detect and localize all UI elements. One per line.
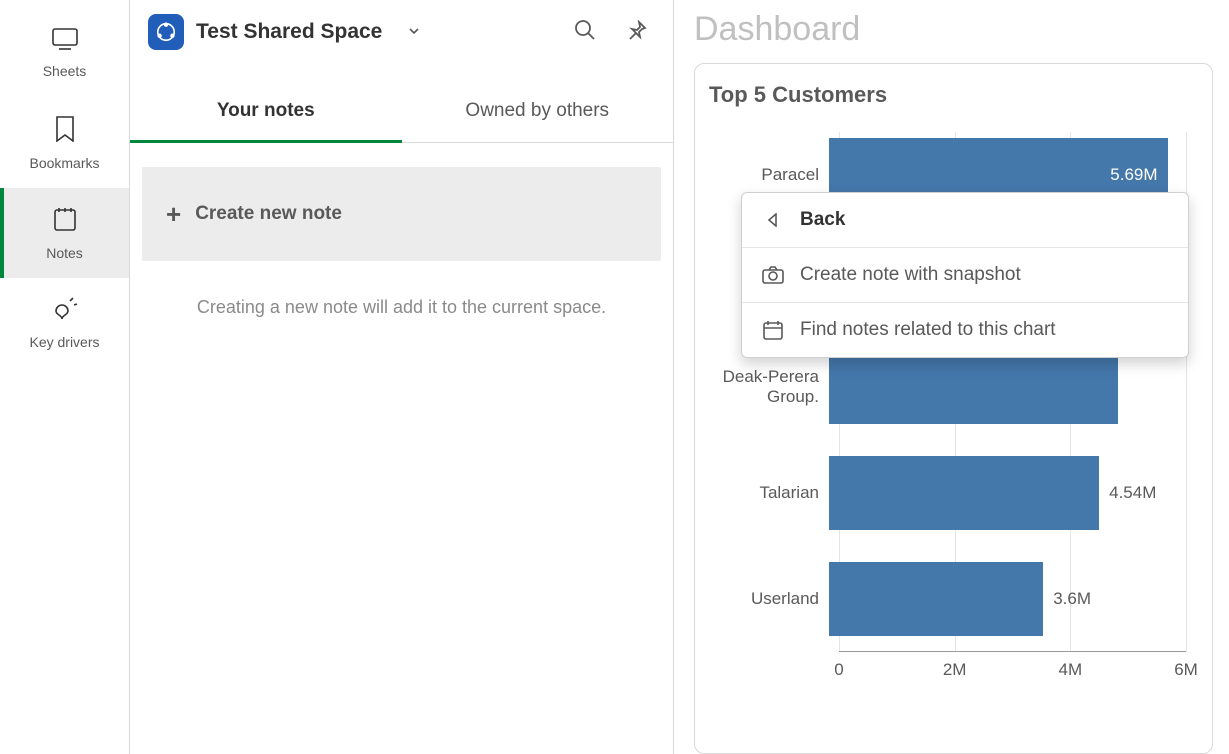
key-drivers-icon: [52, 297, 78, 326]
bar-value-label: 3.6M: [1053, 589, 1091, 609]
bar-row: Talarian 4.54M: [705, 450, 1186, 536]
pin-button[interactable]: [617, 12, 657, 52]
ctx-label: Create note with snapshot: [800, 264, 1021, 286]
space-dropdown[interactable]: [400, 25, 428, 40]
bar-value-label: 5.69M: [1110, 165, 1157, 185]
ctx-find-related-notes[interactable]: Find notes related to this chart: [742, 302, 1188, 357]
x-axis-line: [839, 651, 1186, 652]
left-nav-rail: Sheets Bookmarks Notes Key drivers: [0, 0, 130, 754]
bar[interactable]: [829, 456, 1099, 530]
bar-row: Userland 3.6M: [705, 556, 1186, 642]
bar-category-label: Talarian: [705, 483, 829, 503]
create-note-label: Create new note: [195, 203, 342, 225]
rail-label: Bookmarks: [29, 155, 99, 171]
space-icon: [148, 14, 184, 50]
x-tick-label: 6M: [1174, 660, 1198, 680]
rail-label: Notes: [46, 245, 83, 261]
rail-item-bookmarks[interactable]: Bookmarks: [0, 98, 129, 188]
bar-category-label: Userland: [705, 589, 829, 609]
ctx-create-note-snapshot[interactable]: Create note with snapshot: [742, 247, 1188, 302]
x-tick-label: 2M: [943, 660, 967, 680]
rail-label: Sheets: [43, 63, 87, 79]
rail-label: Key drivers: [29, 334, 99, 350]
calendar-icon: [762, 320, 784, 340]
space-title: Test Shared Space: [196, 20, 382, 44]
x-tick-label: 4M: [1059, 660, 1083, 680]
x-tick-label: 0: [834, 660, 843, 680]
bar-category-label: Paracel: [705, 165, 829, 185]
tab-label: Owned by others: [465, 100, 609, 121]
bar[interactable]: [829, 350, 1118, 424]
x-axis-ticks: 02M4M6M: [839, 656, 1186, 686]
bar-track: 3.6M: [829, 562, 1186, 636]
bar-value-label: 4.54M: [1109, 483, 1156, 503]
plus-icon: +: [166, 201, 181, 227]
tab-your-notes[interactable]: Your notes: [130, 82, 402, 142]
bar-category-label: Deak-Perera Group.: [705, 367, 829, 407]
empty-hint: Creating a new note will add it to the c…: [130, 297, 673, 318]
rail-item-sheets[interactable]: Sheets: [0, 8, 129, 98]
create-new-note-button[interactable]: + Create new note: [142, 167, 661, 261]
chart-card: Top 5 Customers 02M4M6M Paracel5.69MAcer…: [694, 63, 1213, 754]
bar-track: [829, 350, 1186, 424]
tab-owned-by-others[interactable]: Owned by others: [402, 82, 674, 142]
notes-icon: [53, 206, 77, 237]
pin-icon: [627, 20, 647, 45]
tabs: Your notes Owned by others: [130, 82, 673, 143]
dashboard-area: Dashboard Top 5 Customers 0 2M 4M 6M Parace…: [674, 0, 1229, 754]
rail-item-key-drivers[interactable]: Key drivers: [0, 278, 129, 368]
back-icon: [762, 213, 784, 227]
ctx-back[interactable]: Back: [742, 193, 1188, 247]
dashboard-title: Dashboard: [694, 0, 1213, 63]
ctx-label: Back: [800, 209, 845, 231]
bar-track: 4.54M: [829, 456, 1186, 530]
search-icon: [573, 18, 597, 47]
bookmark-icon: [55, 116, 75, 147]
chart-context-menu: Back Create note with snapshot Find note…: [741, 192, 1189, 358]
bar[interactable]: [829, 562, 1043, 636]
ctx-label: Find notes related to this chart: [800, 319, 1056, 341]
panel-header: Test Shared Space: [130, 0, 673, 64]
search-button[interactable]: [565, 12, 605, 52]
tab-label: Your notes: [217, 100, 315, 121]
chart-title: Top 5 Customers: [705, 82, 1202, 108]
notes-panel: Test Shared Space Your notes Owned by ot…: [130, 0, 674, 754]
rail-item-notes[interactable]: Notes: [0, 188, 129, 278]
sheet-icon: [52, 28, 78, 55]
camera-icon: [762, 266, 784, 284]
